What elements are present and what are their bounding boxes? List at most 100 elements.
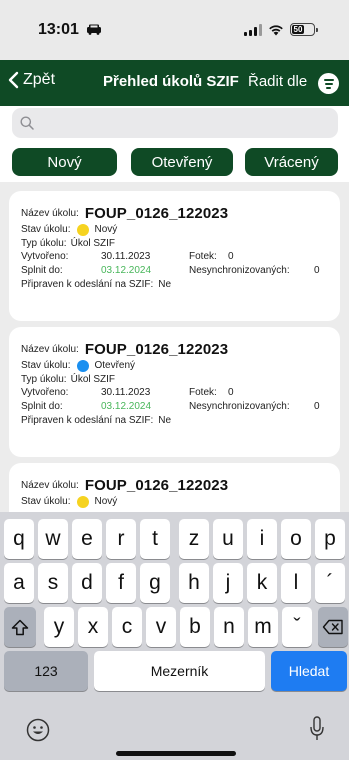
key[interactable]: b [180,607,210,647]
created-label: Vytvořeno: [21,387,69,399]
space-key[interactable]: Mezerník [94,651,265,691]
state-label: Stav úkolu: [21,496,71,508]
task-card[interactable]: Název úkolu: FOUP_0126_122023 Stav úkolu… [9,327,340,457]
key[interactable]: z [179,519,209,559]
car-icon [87,24,101,35]
back-button[interactable]: Zpět [8,71,55,89]
key[interactable]: ˇ [282,607,312,647]
key[interactable]: o [281,519,311,559]
state-dot-icon [77,223,90,236]
state-value: Nový [94,224,118,236]
created-value: 30.11.2023 [101,387,151,399]
back-label: Zpět [23,71,56,88]
search-bar[interactable] [12,108,338,138]
key[interactable]: m [248,607,278,647]
key[interactable]: y [44,607,74,647]
key[interactable]: w [38,519,68,559]
photos-value: 0 [228,251,234,263]
task-card[interactable]: Název úkolu: FOUP_0126_122023 Stav úkolu… [9,191,340,321]
due-value: 03.12.2024 [101,264,152,276]
created-label: Vytvořeno: [21,251,69,263]
ready-value: Ne [158,414,172,426]
filter-returned-button[interactable]: Vrácený [245,148,338,176]
nav-header: Zpět Přehled úkolů SZIF Řadit dle [0,60,349,106]
key[interactable]: a [4,563,34,603]
key[interactable]: c [112,607,142,647]
key[interactable]: e [72,519,102,559]
filter-new-button[interactable]: Nový [12,148,117,176]
due-label: Splnit do: [21,264,63,276]
sort-button[interactable]: Řadit dle [248,73,307,90]
menu-icon[interactable] [318,73,339,94]
key[interactable]: t [140,519,170,559]
type-label: Typ úkolu: [21,373,67,385]
key[interactable]: q [4,519,34,559]
task-name: FOUP_0126_122023 [84,476,229,494]
search-area [0,106,349,146]
ready-label: Připraven k odeslání na SZIF: [21,414,154,426]
wifi-icon [269,24,283,35]
backspace-icon [322,619,343,635]
battery-level: 50 [292,25,304,34]
task-card[interactable]: Název úkolu: FOUP_0126_122023 Stav úkolu… [9,463,340,512]
task-list: Název úkolu: FOUP_0126_122023 Stav úkolu… [0,182,349,512]
photos-label: Fotek: [189,251,217,263]
key[interactable]: h [179,563,209,603]
unsynced-label: Nesynchronizovaných: [189,264,290,276]
due-label: Splnit do: [21,400,63,412]
unsynced-value: 0 [314,400,320,412]
status-time: 13:01 [38,21,79,38]
unsynced-label: Nesynchronizovaných: [189,400,290,412]
task-name-label: Název úkolu: [21,343,79,355]
task-name: FOUP_0126_122023 [84,340,229,358]
battery-icon: 50 [290,23,318,36]
state-label: Stav úkolu: [21,360,71,372]
key[interactable]: x [78,607,108,647]
key[interactable]: ´ [315,563,345,603]
state-label: Stav úkolu: [21,224,71,236]
search-icon [20,116,34,130]
state-value: Otevřený [94,360,136,372]
ready-label: Připraven k odeslání na SZIF: [21,278,154,290]
home-indicator [116,751,236,756]
microphone-icon[interactable] [309,716,325,742]
search-key[interactable]: Hledat [271,651,347,691]
emoji-icon[interactable] [26,718,50,742]
filter-bar: Nový Otevřený Vrácený [0,146,349,180]
key[interactable]: s [38,563,68,603]
photos-value: 0 [228,387,234,399]
type-value: Úkol SZIF [70,237,116,249]
ready-value: Ne [158,278,172,290]
chevron-left-icon [8,71,19,89]
key[interactable]: v [146,607,176,647]
key[interactable]: u [213,519,243,559]
unsynced-value: 0 [314,264,320,276]
state-dot-icon [77,495,90,508]
key[interactable]: l [281,563,311,603]
page-title: Přehled úkolů SZIF [103,73,239,90]
key[interactable]: i [247,519,277,559]
shift-key[interactable] [4,607,36,647]
key[interactable]: p [315,519,345,559]
signal-icon [244,23,262,36]
backspace-key[interactable] [318,607,348,647]
key[interactable]: g [140,563,170,603]
key[interactable]: j [213,563,243,603]
key[interactable]: d [72,563,102,603]
key[interactable]: r [106,519,136,559]
type-label: Typ úkolu: [21,237,67,249]
task-name-label: Název úkolu: [21,207,79,219]
photos-label: Fotek: [189,387,217,399]
numbers-key[interactable]: 123 [4,651,88,691]
filter-open-button[interactable]: Otevřený [131,148,233,176]
type-value: Úkol SZIF [70,373,116,385]
status-bar: 13:01 50 [0,0,349,60]
key[interactable]: f [106,563,136,603]
state-value: Nový [94,496,118,508]
created-value: 30.11.2023 [101,251,151,263]
key[interactable]: k [247,563,277,603]
key[interactable]: n [214,607,244,647]
task-name: FOUP_0126_122023 [84,204,229,222]
due-value: 03.12.2024 [101,400,152,412]
search-input[interactable] [40,108,330,138]
